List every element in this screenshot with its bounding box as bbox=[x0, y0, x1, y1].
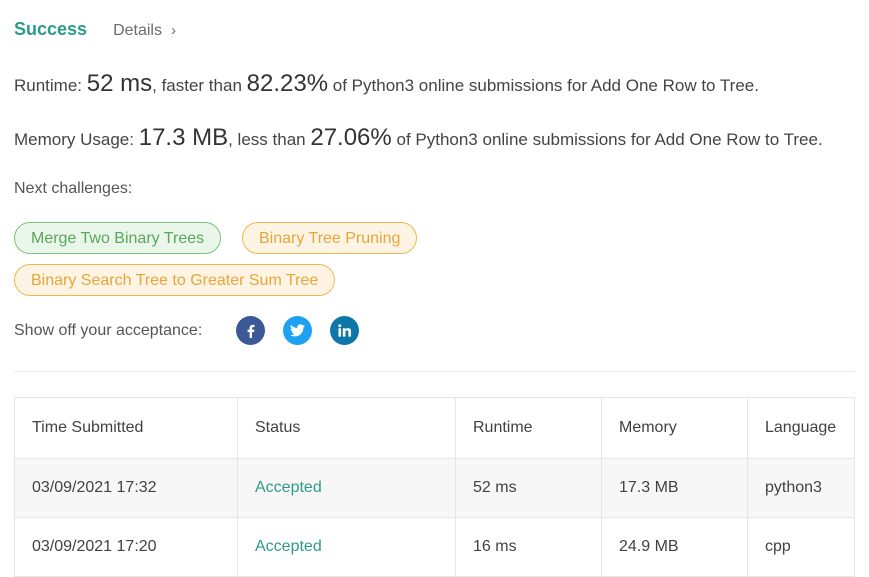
challenge-chip-bst-greater-sum-tree[interactable]: Binary Search Tree to Greater Sum Tree bbox=[14, 264, 336, 296]
share-row: Show off your acceptance: bbox=[14, 316, 377, 345]
challenge-chip-binary-tree-pruning[interactable]: Binary Tree Pruning bbox=[242, 222, 418, 254]
column-header-time-submitted: Time Submitted bbox=[14, 397, 238, 459]
column-header-status: Status bbox=[237, 397, 456, 459]
cell-runtime: 16 ms bbox=[455, 517, 602, 577]
cell-time-submitted: 03/09/2021 17:20 bbox=[14, 517, 238, 577]
runtime-suffix: of Python3 online submissions for Add On… bbox=[332, 76, 759, 95]
cell-runtime: 52 ms bbox=[455, 458, 602, 518]
cell-time-submitted: 03/09/2021 17:32 bbox=[14, 458, 238, 518]
memory-stat: Memory Usage: 17.3 MB, less than 27.06% … bbox=[14, 124, 823, 152]
memory-percent: 27.06% bbox=[310, 124, 392, 151]
next-challenges-label: Next challenges: bbox=[14, 180, 133, 197]
cell-status-link[interactable]: Accepted bbox=[255, 479, 322, 496]
memory-value: 17.3 MB bbox=[138, 124, 229, 151]
memory-mid: , less than bbox=[228, 130, 306, 149]
section-divider bbox=[14, 371, 855, 372]
challenge-chip-merge-two-binary-trees[interactable]: Merge Two Binary Trees bbox=[14, 222, 222, 254]
runtime-value: 52 ms bbox=[86, 70, 153, 97]
runtime-stat: Runtime: 52 ms, faster than 82.23% of Py… bbox=[14, 70, 759, 98]
cell-status-link[interactable]: Accepted bbox=[255, 538, 322, 555]
cell-memory: 24.9 MB bbox=[601, 517, 748, 577]
memory-suffix: of Python3 online submissions for Add On… bbox=[396, 130, 823, 149]
submissions-table: Time Submitted Status Runtime Memory Lan… bbox=[14, 397, 855, 577]
status-title: Success bbox=[14, 19, 88, 39]
runtime-mid: , faster than bbox=[152, 76, 242, 95]
result-header: Success Details › bbox=[14, 19, 176, 40]
memory-label: Memory Usage: bbox=[14, 130, 134, 149]
cell-memory: 17.3 MB bbox=[601, 458, 748, 518]
details-label: Details bbox=[113, 22, 162, 39]
column-header-language: Language bbox=[747, 397, 855, 459]
table-header-row: Time Submitted Status Runtime Memory Lan… bbox=[14, 397, 855, 459]
twitter-icon[interactable] bbox=[283, 316, 313, 345]
details-link[interactable]: Details › bbox=[113, 22, 176, 40]
runtime-percent: 82.23% bbox=[246, 70, 329, 97]
linkedin-icon[interactable] bbox=[330, 316, 360, 345]
facebook-icon[interactable] bbox=[236, 316, 266, 345]
share-label: Show off your acceptance: bbox=[14, 321, 203, 339]
column-header-runtime: Runtime bbox=[455, 397, 602, 459]
chevron-right-icon: › bbox=[170, 22, 176, 39]
table-row: 03/09/2021 17:20 Accepted 16 ms 24.9 MB … bbox=[14, 517, 855, 577]
runtime-label: Runtime: bbox=[14, 76, 83, 95]
cell-language: cpp bbox=[747, 517, 855, 577]
table-row: 03/09/2021 17:32 Accepted 52 ms 17.3 MB … bbox=[14, 458, 855, 518]
column-header-memory: Memory bbox=[601, 397, 748, 459]
cell-language: python3 bbox=[747, 458, 855, 518]
